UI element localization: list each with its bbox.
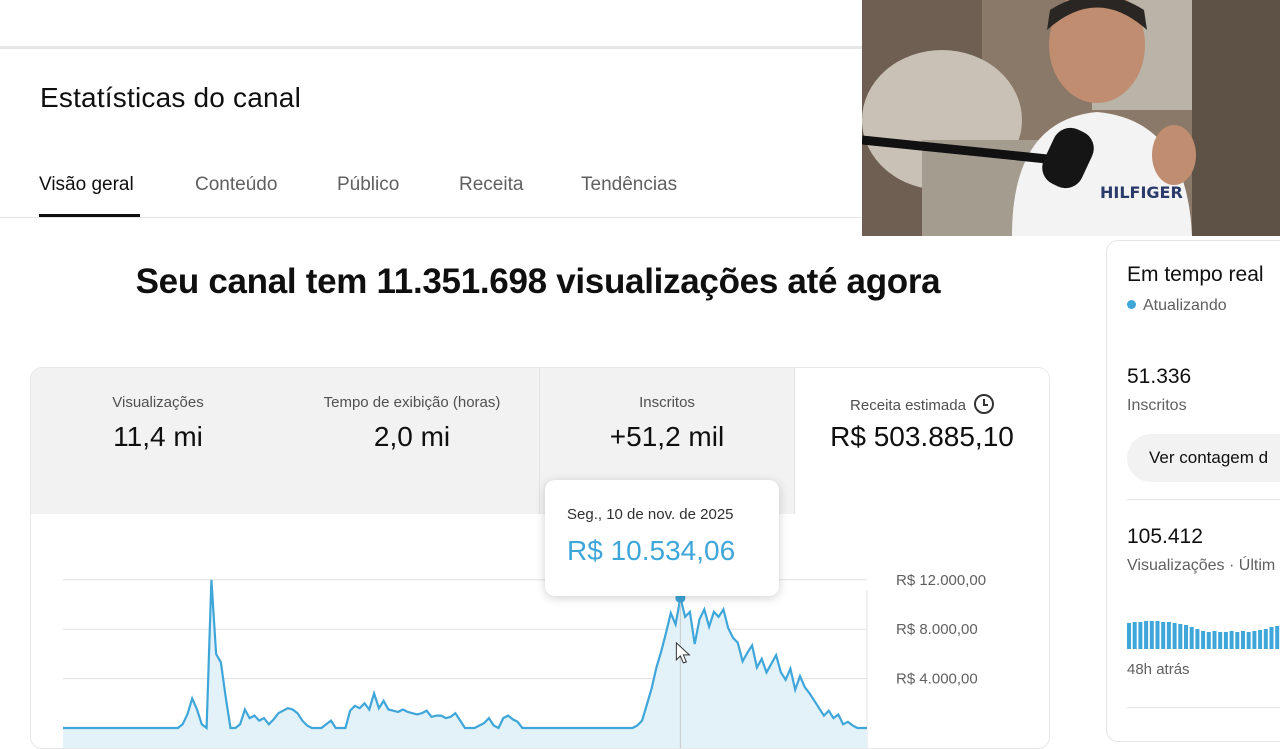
tooltip-date: Seg., 10 de nov. de 2025 <box>567 506 734 523</box>
realtime-bar <box>1263 629 1268 649</box>
realtime-bar <box>1144 621 1149 649</box>
chart-tooltip: Seg., 10 de nov. de 2025 R$ 10.534,06 <box>545 480 779 596</box>
tab-content[interactable]: Conteúdo <box>195 174 277 196</box>
tab-trends[interactable]: Tendências <box>581 174 677 196</box>
realtime-status: Atualizando <box>1127 297 1227 315</box>
metrics-card: Visualizações 11,4 mi Tempo de exibição … <box>30 367 1050 749</box>
webcam-video-frame: HILFIGER <box>862 0 1280 236</box>
realtime-bar <box>1201 631 1206 649</box>
realtime-bar <box>1269 627 1274 649</box>
realtime-bar <box>1223 632 1228 649</box>
realtime-status-text: Atualizando <box>1143 297 1227 314</box>
realtime-bar <box>1184 625 1188 649</box>
realtime-bar <box>1229 631 1234 649</box>
realtime-bar <box>1138 622 1143 649</box>
realtime-bar <box>1189 627 1194 649</box>
realtime-bar <box>1241 631 1245 649</box>
top-app-bar <box>0 0 862 49</box>
tab-bar: Visão geral Conteúdo Público Receita Ten… <box>0 160 862 218</box>
tab-overview[interactable]: Visão geral <box>39 174 134 196</box>
realtime-bar <box>1178 624 1183 649</box>
active-tab-indicator <box>39 214 140 217</box>
divider <box>1127 499 1280 500</box>
realtime-bar <box>1172 623 1177 649</box>
realtime-bar <box>1166 622 1171 649</box>
live-dot-icon <box>1127 300 1136 309</box>
realtime-views-label: Visualizações · Últim <box>1127 557 1276 574</box>
realtime-bar <box>1246 632 1251 649</box>
y-tick-label: R$ 4.000,00 <box>896 671 978 688</box>
realtime-bar <box>1252 631 1257 649</box>
realtime-bar <box>1155 621 1160 649</box>
y-tick-label: R$ 12.000,00 <box>896 572 986 589</box>
tooltip-value: R$ 10.534,06 <box>567 535 736 566</box>
realtime-bar <box>1212 631 1217 649</box>
page-title: Estatísticas do canal <box>40 82 301 113</box>
realtime-panel: Em tempo real Atualizando 51.336 Inscrit… <box>1106 240 1280 742</box>
realtime-bar <box>1132 622 1137 649</box>
svg-text:HILFIGER: HILFIGER <box>1100 183 1183 202</box>
realtime-bar <box>1161 622 1166 649</box>
realtime-views-value: 105.412 <box>1127 525 1203 548</box>
realtime-bar <box>1275 626 1280 649</box>
realtime-bar <box>1218 632 1223 649</box>
realtime-bar <box>1206 632 1211 649</box>
realtime-title: Em tempo real <box>1127 263 1264 286</box>
realtime-bar <box>1149 621 1154 649</box>
see-live-count-button[interactable]: Ver contagem d <box>1127 434 1280 482</box>
y-tick-label: R$ 8.000,00 <box>896 621 978 638</box>
revenue-chart[interactable]: R$ 12.000,00 R$ 8.000,00 R$ 4.000,00 <box>31 368 1049 748</box>
realtime-views-bar-chart <box>1127 621 1280 649</box>
channel-views-headline: Seu canal tem 11.351.698 visualizações a… <box>135 262 941 301</box>
realtime-bar <box>1258 630 1263 649</box>
realtime-bars-caption: 48h atrás <box>1127 661 1190 678</box>
realtime-subscribers-value: 51.336 <box>1127 365 1192 388</box>
divider <box>1127 707 1280 708</box>
tab-revenue[interactable]: Receita <box>459 174 523 196</box>
realtime-bar <box>1195 629 1200 649</box>
tab-audience[interactable]: Público <box>337 174 399 196</box>
realtime-subscribers-label: Inscritos <box>1127 397 1187 414</box>
realtime-bar <box>1235 632 1240 649</box>
realtime-bar <box>1127 623 1131 649</box>
webcam-overlay: HILFIGER <box>862 0 1280 236</box>
